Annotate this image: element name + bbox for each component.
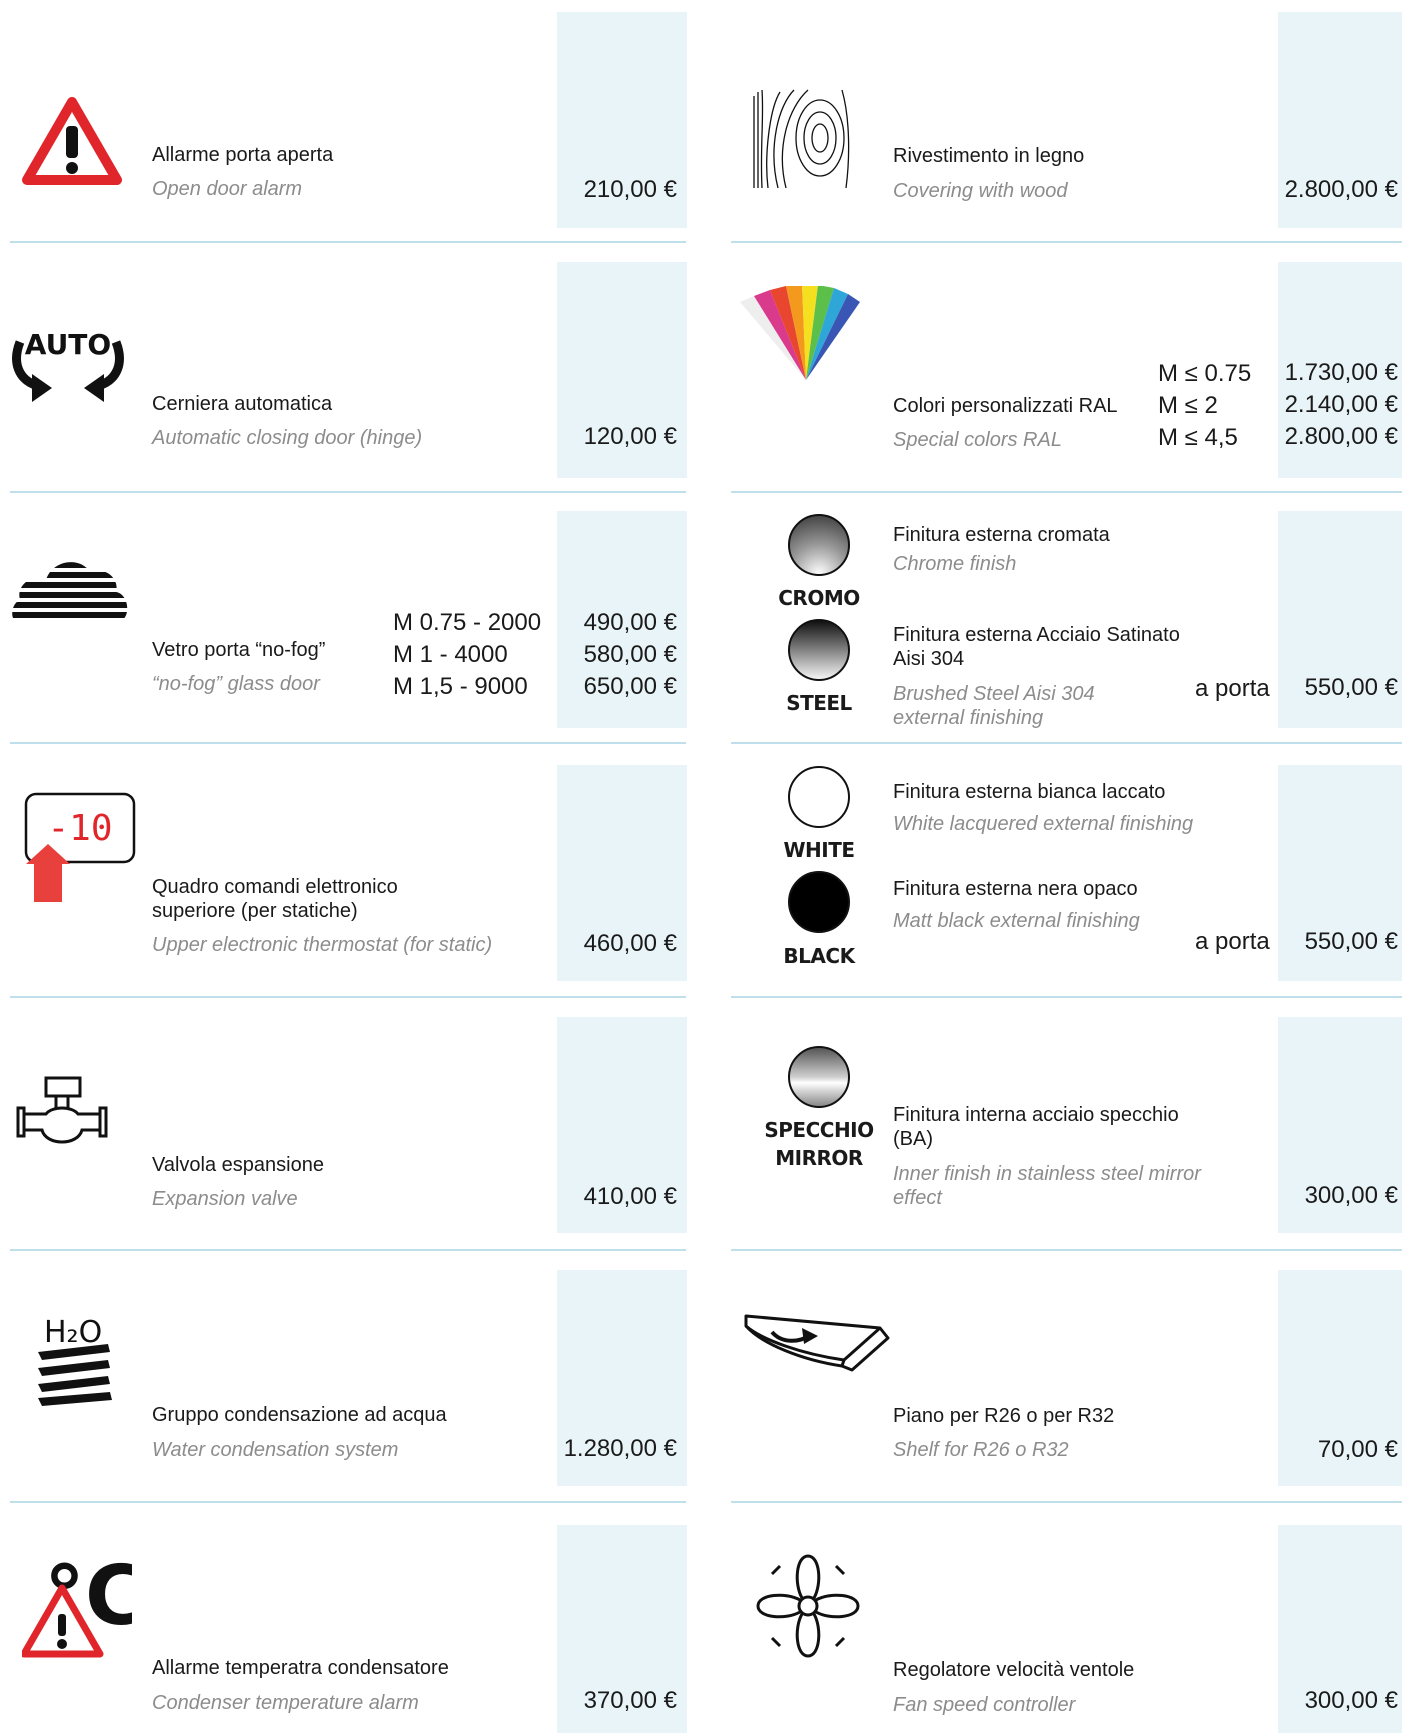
variant-price: 2.800,00 € xyxy=(1284,423,1398,450)
item-english: Fan speed controller xyxy=(893,1694,1076,1716)
variant-model: M 1 - 4000 xyxy=(393,641,508,668)
row-divider xyxy=(731,491,1402,493)
auto-hinge-icon: AUTO xyxy=(12,328,124,402)
row-divider xyxy=(10,1249,686,1251)
item-english: “no-fog” glass door xyxy=(152,673,320,695)
item-price: 550,00 € xyxy=(1304,674,1398,701)
color-fan-icon xyxy=(740,286,860,380)
thermostat-display-icon: -10 xyxy=(24,792,136,902)
item-price: 120,00 € xyxy=(583,423,677,450)
fan-icon xyxy=(756,1554,860,1658)
variant-price: 490,00 € xyxy=(583,609,677,636)
item-price: 300,00 € xyxy=(1304,1182,1398,1209)
row-divider xyxy=(731,742,1402,744)
swatch-label: BLACK xyxy=(783,944,855,968)
valve-icon xyxy=(16,1076,108,1144)
variant-model: M ≤ 2 xyxy=(1158,392,1218,419)
white-swatch-icon xyxy=(788,766,850,828)
chrome-swatch-icon xyxy=(788,514,850,576)
temperature-alarm-icon: °C xyxy=(22,1549,132,1658)
row-divider xyxy=(731,241,1402,243)
item-name: Rivestimento in legno xyxy=(893,145,1085,167)
item-english: Matt black external finishing xyxy=(893,910,1140,932)
item-name: Valvola espansione xyxy=(152,1154,324,1176)
item-price: 2.800,00 € xyxy=(1284,176,1398,203)
item-price: 370,00 € xyxy=(583,1687,677,1714)
item-price: 460,00 € xyxy=(583,930,677,957)
item-name: Regolatore velocità ventole xyxy=(893,1659,1135,1681)
item-price: 550,00 € xyxy=(1304,928,1398,955)
h2o-label: H₂O xyxy=(44,1315,102,1350)
item-name: Cerniera automatica xyxy=(152,393,333,415)
item-name: Finitura esterna bianca laccato xyxy=(893,781,1166,803)
item-name: Finitura esterna nera opaco xyxy=(893,878,1138,900)
item-english: White lacquered external finishing xyxy=(893,813,1194,835)
item-english: Covering with wood xyxy=(893,180,1068,202)
item-name: Allarme porta aperta xyxy=(152,144,334,166)
item-price: 70,00 € xyxy=(1317,1436,1398,1463)
item-english: Open door alarm xyxy=(152,178,303,200)
item-english: Shelf for R26 o R32 xyxy=(893,1439,1069,1461)
water-condensation-icon: H₂O xyxy=(38,1315,112,1406)
variant-model: M 1,5 - 9000 xyxy=(393,673,528,700)
steel-swatch-icon xyxy=(788,619,850,681)
row-divider xyxy=(10,241,686,243)
item-name: Finitura esterna cromata xyxy=(893,524,1110,546)
row-divider xyxy=(10,742,686,744)
swatch-label: WHITE xyxy=(783,838,855,862)
item-name: Finitura esterna Acciaio Satinato Aisi 3… xyxy=(893,624,1180,670)
item-name: Finitura interna acciaio specchio (BA) xyxy=(893,1104,1179,1150)
item-english: Chrome finish xyxy=(893,553,1017,575)
item-name: Colori personalizzati RAL xyxy=(893,395,1118,417)
row-divider xyxy=(10,491,686,493)
shelf-icon xyxy=(744,1314,890,1372)
item-name-line2: superiore (per statiche) xyxy=(152,900,358,922)
item-price: 210,00 € xyxy=(583,176,677,203)
item-english: Condenser temperature alarm xyxy=(152,1692,419,1714)
no-fog-cloud-icon xyxy=(12,562,128,618)
item-english: Upper electronic thermostat (for static) xyxy=(152,934,493,956)
row-divider xyxy=(731,1501,1402,1503)
item-price: 300,00 € xyxy=(1304,1687,1398,1714)
item-name: Gruppo condensazione ad acqua xyxy=(152,1404,447,1426)
swatch-label: SPECCHIO xyxy=(764,1118,874,1142)
item-name: Vetro porta “no-fog” xyxy=(152,639,326,661)
row-divider xyxy=(10,996,686,998)
item-name: Quadro comandi elettronico xyxy=(152,876,398,898)
thermostat-readout: -10 xyxy=(47,808,112,849)
wood-grain-icon xyxy=(753,89,850,189)
item-price: 410,00 € xyxy=(583,1183,677,1210)
variant-model: M ≤ 0.75 xyxy=(1158,360,1252,387)
black-swatch-icon xyxy=(788,871,850,933)
variant-price: 1.730,00 € xyxy=(1284,359,1398,386)
item-english: Inner finish in stainless steel mirror e… xyxy=(893,1163,1201,1209)
row-divider xyxy=(10,1501,686,1503)
item-price: 1.280,00 € xyxy=(563,1435,677,1462)
item-english: Automatic closing door (hinge) xyxy=(152,427,423,449)
alarm-warning-icon xyxy=(22,97,122,185)
unit-label: a porta xyxy=(1195,928,1270,955)
mirror-swatch-icon xyxy=(788,1046,850,1108)
row-divider xyxy=(731,1249,1402,1251)
swatch-label: CROMO xyxy=(778,586,860,610)
variant-price: 580,00 € xyxy=(583,641,677,668)
variant-model: M ≤ 4,5 xyxy=(1158,424,1238,451)
variant-price: 2.140,00 € xyxy=(1284,391,1398,418)
unit-label: a porta xyxy=(1195,675,1270,702)
variant-price: 650,00 € xyxy=(583,673,677,700)
item-english: Water condensation system xyxy=(152,1439,399,1461)
swatch-label: STEEL xyxy=(786,691,852,715)
item-english: Brushed Steel Aisi 304 external finishin… xyxy=(893,683,1095,729)
item-name: Allarme temperatra condensatore xyxy=(152,1657,449,1679)
variant-model: M 0.75 - 2000 xyxy=(393,609,542,636)
row-divider xyxy=(731,996,1402,998)
item-english: Special colors RAL xyxy=(893,429,1062,451)
auto-label: AUTO xyxy=(25,328,111,361)
item-english: Expansion valve xyxy=(152,1188,298,1210)
swatch-label: MIRROR xyxy=(775,1146,863,1170)
item-name: Piano per R26 o per R32 xyxy=(893,1405,1115,1427)
